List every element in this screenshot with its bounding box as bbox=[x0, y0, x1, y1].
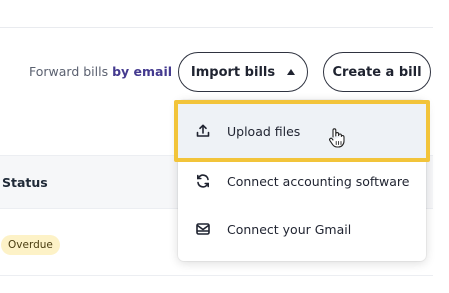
forward-bills-text: Forward bills by email bbox=[29, 64, 172, 79]
forward-by-email-link[interactable]: by email bbox=[112, 64, 172, 79]
menu-item-upload-files[interactable]: Upload files bbox=[178, 108, 426, 154]
menu-item-label: Upload files bbox=[227, 123, 301, 139]
create-bill-button[interactable]: Create a bill bbox=[323, 52, 431, 92]
row-divider bbox=[0, 275, 433, 276]
sync-icon bbox=[194, 172, 212, 190]
upload-icon bbox=[194, 122, 212, 140]
menu-item-connect-accounting[interactable]: Connect accounting software bbox=[178, 158, 426, 204]
menu-item-connect-gmail[interactable]: Connect your Gmail bbox=[178, 206, 426, 252]
status-badge: Overdue bbox=[1, 235, 60, 255]
caret-up-icon bbox=[287, 68, 296, 75]
create-bill-label: Create a bill bbox=[332, 64, 422, 80]
import-bills-label: Import bills bbox=[190, 64, 276, 80]
menu-item-label: Connect your Gmail bbox=[227, 221, 352, 237]
menu-item-label: Connect accounting software bbox=[227, 173, 410, 189]
import-bills-button[interactable]: Import bills bbox=[178, 52, 308, 92]
forward-bills-prefix: Forward bills bbox=[29, 64, 109, 79]
status-column-header[interactable]: Status bbox=[2, 175, 48, 190]
top-divider bbox=[0, 27, 433, 28]
hand-pointer-icon bbox=[329, 128, 345, 148]
mail-icon bbox=[194, 220, 212, 238]
